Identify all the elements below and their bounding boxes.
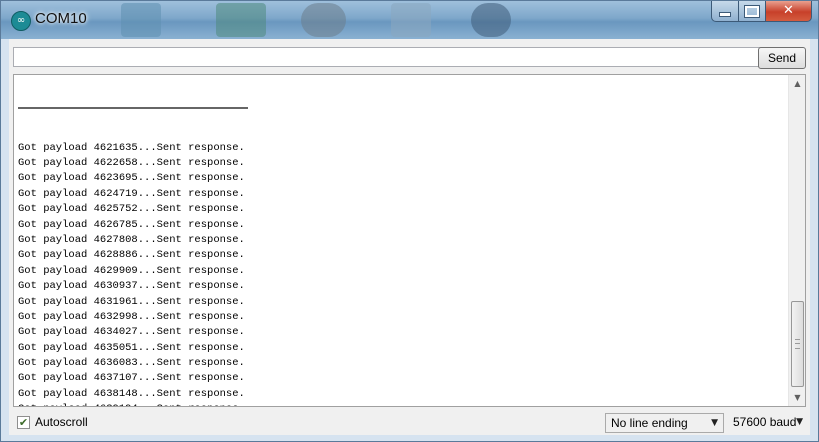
serial-output-console[interactable]: Got payload 4621635...Sent response. Got … <box>13 74 806 407</box>
taskbar-glow-decoration <box>301 3 346 37</box>
close-button[interactable]: ✕ <box>766 1 812 22</box>
console-line: Got payload 4627808...Sent response. <box>18 233 245 246</box>
console-line: Got payload 4621635...Sent response. <box>18 141 245 154</box>
taskbar-glow-decoration <box>216 3 266 37</box>
window-title: COM10 <box>35 10 87 27</box>
console-line: Got payload 4626785...Sent response. <box>18 218 245 231</box>
console-line: Got payload 4628886...Sent response. <box>18 249 245 262</box>
chevron-down-icon: ▼ <box>796 417 803 427</box>
grip-icon <box>795 339 800 349</box>
maximize-button[interactable] <box>739 1 766 22</box>
scrollbar-thumb[interactable] <box>791 301 804 387</box>
console-line: Got payload 4624719...Sent response. <box>18 187 245 200</box>
console-line: Got payload 4637107...Sent response. <box>18 372 245 385</box>
console-line: Got payload 4634027...Sent response. <box>18 326 245 339</box>
window-controls: ✕ <box>711 1 812 23</box>
line-ending-select[interactable]: No line ending ▼ <box>605 413 724 433</box>
console-lines: Got payload 4621635...Sent response. Got … <box>18 75 785 406</box>
client-area: Send Got payload 4621635...Sent response… <box>9 39 810 435</box>
arduino-infinity-icon: ∞ <box>11 11 31 31</box>
serial-monitor-window: ∞ COM10 ✕ Send Got payload 4621635...Sen… <box>0 0 819 442</box>
console-line: Got payload 4631961...Sent response. <box>18 295 245 308</box>
minimize-button[interactable] <box>711 1 739 22</box>
title-bar[interactable]: ∞ COM10 ✕ <box>1 1 818 39</box>
console-line: Got payload 4622658...Sent response. <box>18 157 245 170</box>
taskbar-glow-decoration <box>391 3 431 37</box>
console-line: Got payload 4623695...Sent response. <box>18 172 245 185</box>
bottom-bar: ✔ Autoscroll No line ending ▼ 57600 baud… <box>9 411 810 435</box>
autoscroll-toggle[interactable]: ✔ Autoscroll <box>17 415 88 429</box>
baud-rate-select[interactable]: 57600 baud ▼ <box>728 413 808 433</box>
autoscroll-label: Autoscroll <box>35 415 88 429</box>
taskbar-glow-decoration <box>471 3 511 37</box>
console-line: Got payload 4638148...Sent response. <box>18 387 245 400</box>
autoscroll-checkbox[interactable]: ✔ <box>17 415 30 429</box>
send-input[interactable] <box>13 47 764 67</box>
close-icon: ✕ <box>783 3 794 18</box>
line-ending-value: No line ending <box>611 416 688 430</box>
console-line: Got payload 4639194...Sent response. <box>18 402 785 406</box>
taskbar-glow-decoration <box>121 3 161 37</box>
baud-rate-value: 57600 baud <box>733 415 797 429</box>
console-line: Got payload 4632998...Sent response. <box>18 310 245 323</box>
maximize-icon <box>745 6 759 17</box>
send-button[interactable]: Send <box>758 47 806 69</box>
console-line: Got payload 4629909...Sent response. <box>18 264 245 277</box>
chevron-down-icon: ▼ <box>711 418 718 428</box>
send-row: Send <box>13 47 806 69</box>
console-line: Got payload 4630937...Sent response. <box>18 280 245 293</box>
clipped-previous-line <box>18 105 785 110</box>
console-line: Got payload 4636083...Sent response. <box>18 357 245 370</box>
minimize-icon <box>719 12 731 17</box>
scroll-up-arrow-icon[interactable]: ▲ <box>789 75 805 92</box>
vertical-scrollbar[interactable]: ▲ ▼ <box>788 75 805 406</box>
console-line: Got payload 4635051...Sent response. <box>18 341 245 354</box>
scroll-down-arrow-icon[interactable]: ▼ <box>789 389 805 406</box>
console-line: Got payload 4625752...Sent response. <box>18 203 245 216</box>
